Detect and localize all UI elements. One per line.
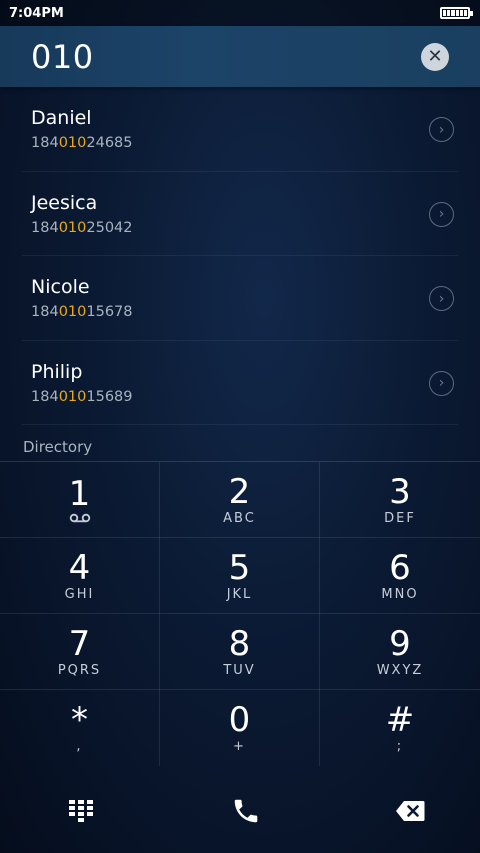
key-digit: 7 xyxy=(68,623,91,664)
dialpad-row: 4 GHI 5 JKL 6 MNO xyxy=(0,538,480,614)
contact-number: 18401025042 xyxy=(31,219,133,236)
key-digit: 0 xyxy=(228,699,251,740)
dial-header: 010 ✕ xyxy=(0,26,480,87)
key-7[interactable]: 7 PQRS xyxy=(0,614,160,690)
status-time: 7:04PM xyxy=(9,5,64,21)
key-digit: 8 xyxy=(228,623,251,664)
battery-icon xyxy=(440,7,473,19)
key-letters: ABC xyxy=(223,510,256,526)
key-digit: # xyxy=(385,699,415,740)
key-digit: 2 xyxy=(228,471,251,512)
dial-number-input[interactable]: 010 xyxy=(31,38,421,76)
key-digit: * xyxy=(71,699,88,740)
key-letters: MNO xyxy=(381,586,419,602)
dialpad-toggle-button[interactable] xyxy=(66,796,96,826)
key-letters: ; xyxy=(396,738,404,754)
key-3[interactable]: 3 DEF xyxy=(320,462,480,538)
voicemail-icon xyxy=(69,513,90,523)
number-match-highlight: 010 xyxy=(58,135,87,151)
call-button[interactable] xyxy=(231,796,261,826)
key-letters: , xyxy=(76,738,83,754)
contact-name: Jeesica xyxy=(31,191,98,214)
key-digit: 9 xyxy=(389,623,411,664)
contact-name: Nicole xyxy=(31,276,90,298)
chevron-right-icon[interactable]: › xyxy=(429,286,454,311)
contact-name: Daniel xyxy=(31,107,92,129)
key-star[interactable]: * , xyxy=(0,690,160,766)
key-8[interactable]: 8 TUV xyxy=(160,614,320,690)
number-match-highlight: 010 xyxy=(58,304,87,320)
backspace-icon xyxy=(396,800,425,821)
close-icon: ✕ xyxy=(427,45,443,67)
key-5[interactable]: 5 JKL xyxy=(160,538,320,614)
dialer-action-bar xyxy=(0,768,480,853)
key-letters: WXYZ xyxy=(376,662,424,678)
key-0[interactable]: 0 + xyxy=(160,690,320,766)
dialpad: 1 2 ABC 3 DEF 4 GHI 5 JKL 6 MNO 7 PQRS 8… xyxy=(0,461,480,767)
key-digit: 6 xyxy=(389,547,411,588)
contact-number: 18401024685 xyxy=(31,135,133,151)
contact-name: Philip xyxy=(31,360,83,383)
contact-result-row[interactable]: Nicole 18401015678 › xyxy=(22,256,458,341)
number-match-highlight: 010 xyxy=(58,388,87,405)
key-digit: 3 xyxy=(389,471,411,512)
directory-label[interactable]: Directory xyxy=(23,438,92,456)
key-hash[interactable]: # ; xyxy=(320,690,480,766)
contact-number: 18401015678 xyxy=(31,304,133,320)
key-letters: PQRS xyxy=(57,662,102,678)
key-digit: 5 xyxy=(228,547,251,588)
contact-results-list: Daniel 18401024685 › Jeesica 18401025042… xyxy=(0,87,480,425)
dialpad-row: 1 2 ABC 3 DEF xyxy=(0,462,480,538)
chevron-right-icon[interactable]: › xyxy=(429,370,454,396)
key-2[interactable]: 2 ABC xyxy=(160,462,320,538)
dialpad-row: * , 0 + # ; xyxy=(0,690,480,766)
key-4[interactable]: 4 GHI xyxy=(0,538,160,614)
key-9[interactable]: 9 WXYZ xyxy=(320,614,480,690)
phone-icon xyxy=(234,799,257,822)
number-match-highlight: 010 xyxy=(58,219,87,236)
key-letters: JKL xyxy=(226,586,253,602)
key-6[interactable]: 6 MNO xyxy=(320,538,480,614)
clear-button[interactable]: ✕ xyxy=(421,42,449,71)
key-digit: 1 xyxy=(68,474,91,514)
chevron-right-icon[interactable]: › xyxy=(429,201,454,227)
backspace-button[interactable] xyxy=(395,796,425,826)
key-1[interactable]: 1 xyxy=(0,462,160,538)
contact-number: 18401015689 xyxy=(31,388,133,405)
contact-result-row[interactable]: Philip 18401015689 › xyxy=(22,341,458,425)
key-digit: 4 xyxy=(68,547,91,588)
key-letters: GHI xyxy=(64,586,95,602)
dialpad-row: 7 PQRS 8 TUV 9 WXYZ xyxy=(0,614,480,690)
key-letters: DEF xyxy=(384,510,416,526)
contact-result-row[interactable]: Jeesica 18401025042 › xyxy=(22,172,458,256)
chevron-right-icon[interactable]: › xyxy=(429,117,454,142)
key-letters: + xyxy=(233,738,246,754)
contact-result-row[interactable]: Daniel 18401024685 › xyxy=(22,87,458,172)
status-bar: 7:04PM xyxy=(0,0,480,26)
key-letters: TUV xyxy=(223,662,256,678)
dialpad-icon xyxy=(69,799,93,822)
